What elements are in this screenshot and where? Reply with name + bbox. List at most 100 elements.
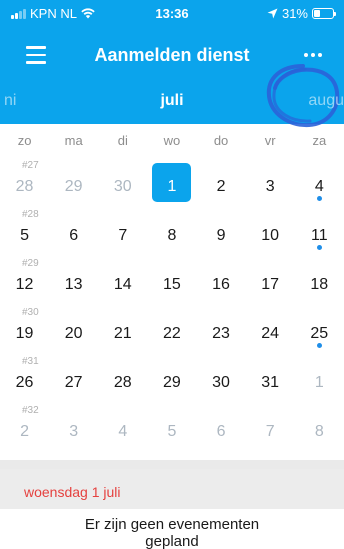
empty-message-line: gepland	[145, 533, 199, 549]
calendar-day[interactable]: 19	[0, 307, 49, 356]
calendar-day[interactable]: 4	[295, 160, 344, 209]
calendar-day[interactable]: 29	[147, 356, 196, 405]
title-bar: Aanmelden dienst	[0, 36, 344, 128]
status-bar: KPN NL 13:36 31%	[0, 0, 344, 24]
weekday-label: do	[213, 133, 229, 148]
day-number: 23	[212, 325, 230, 342]
day-number: 20	[64, 325, 83, 342]
selected-day-label: woensdag 1 juli	[24, 484, 121, 500]
app-header: KPN NL 13:36 31% Aanmelden dienst ni jul…	[0, 0, 344, 128]
day-number: 8	[167, 227, 177, 244]
day-number: 3	[69, 423, 79, 440]
calendar-day[interactable]: 5	[0, 209, 49, 258]
day-number: 3	[265, 178, 275, 195]
calendar-week-row: #28 5 6 7 8 9 10 11	[0, 209, 344, 258]
day-number: 9	[216, 227, 226, 244]
day-number: 5	[167, 423, 177, 440]
calendar-day[interactable]: 7	[98, 209, 147, 258]
battery-icon	[312, 8, 336, 19]
day-number: 16	[212, 276, 230, 293]
day-number: 2	[20, 423, 30, 440]
day-number: 6	[69, 227, 79, 244]
calendar-day[interactable]: 8	[295, 405, 344, 454]
calendar-day[interactable]: 5	[147, 405, 196, 454]
calendar-day[interactable]: 3	[246, 160, 295, 209]
calendar-week-row: #32 2 3 4 5 6 7 8	[0, 405, 344, 454]
event-dot-icon	[317, 196, 323, 201]
day-number: 22	[163, 325, 181, 342]
calendar-day[interactable]: 27	[49, 356, 98, 405]
day-number: 4	[314, 178, 324, 195]
battery-percent: 31%	[281, 6, 308, 21]
day-number: 15	[163, 276, 181, 293]
calendar-day[interactable]: 20	[49, 307, 98, 356]
calendar-day[interactable]: 4	[98, 405, 147, 454]
calendar-day[interactable]: 3	[49, 405, 98, 454]
more-dots-icon[interactable]	[300, 45, 326, 65]
calendar-day[interactable]: 29	[49, 160, 98, 209]
empty-state-message: Er zijn geen evenementen gepland	[0, 516, 344, 549]
calendar-day[interactable]: 8	[147, 209, 196, 258]
calendar-day[interactable]: 28	[0, 160, 49, 209]
calendar-day[interactable]: 25	[295, 307, 344, 356]
calendar-week-row: #27 28 29 30 1 2 3 4	[0, 160, 344, 209]
calendar-day[interactable]: 10	[246, 209, 295, 258]
calendar-day[interactable]: 16	[197, 258, 246, 307]
day-number: 17	[261, 276, 280, 293]
day-number: 1	[167, 178, 177, 195]
calendar-day[interactable]: 12	[0, 258, 49, 307]
day-number: 18	[310, 276, 329, 293]
day-number: 1	[314, 374, 324, 391]
calendar-day[interactable]: 18	[295, 258, 344, 307]
calendar-day[interactable]: 13	[49, 258, 98, 307]
calendar-day[interactable]: 30	[197, 356, 246, 405]
calendar-day[interactable]: 30	[98, 160, 147, 209]
day-number: 27	[64, 374, 83, 391]
calendar-week-row: #31 26 27 28 29 30 31 1	[0, 356, 344, 405]
day-number: 14	[113, 276, 132, 293]
calendar-day-selected[interactable]: 1	[147, 160, 196, 209]
calendar-day[interactable]: 11	[295, 209, 344, 258]
calendar-day[interactable]: 15	[147, 258, 196, 307]
calendar-grid: #27 28 29 30 1 2 3 4 #28 5 6 7 8 9 10 11 #29 12 13 14 15 16 17…	[0, 160, 344, 454]
calendar-day[interactable]: 23	[197, 307, 246, 356]
day-number: 13	[64, 276, 83, 293]
day-number: 25	[310, 325, 329, 342]
calendar-day[interactable]: 7	[246, 405, 295, 454]
calendar-day[interactable]: 31	[246, 356, 295, 405]
calendar-day[interactable]: 6	[49, 209, 98, 258]
event-dot-icon	[317, 343, 323, 348]
day-number: 2	[216, 178, 226, 195]
calendar-day[interactable]: 6	[197, 405, 246, 454]
empty-message-line: Er zijn geen evenementen	[84, 516, 260, 533]
calendar-day[interactable]: 22	[147, 307, 196, 356]
weekday-label: zo	[17, 133, 32, 148]
calendar-day[interactable]: 17	[246, 258, 295, 307]
calendar-day[interactable]: 26	[0, 356, 49, 405]
calendar-day[interactable]: 28	[98, 356, 147, 405]
day-number: 19	[15, 325, 34, 342]
month-navigator: ni juli augu	[0, 90, 344, 114]
location-arrow-icon	[267, 8, 278, 19]
status-right: 31%	[267, 6, 336, 21]
current-month: juli	[160, 92, 184, 109]
event-dot-icon	[317, 245, 323, 250]
calendar-day[interactable]: 2	[0, 405, 49, 454]
day-number: 29	[163, 374, 181, 391]
day-number: 4	[118, 423, 128, 440]
day-number: 7	[118, 227, 128, 244]
day-number: 26	[15, 374, 34, 391]
calendar-day[interactable]: 9	[197, 209, 246, 258]
calendar-day[interactable]: 21	[98, 307, 147, 356]
next-month[interactable]: augu	[308, 92, 344, 110]
calendar-day[interactable]: 2	[197, 160, 246, 209]
calendar-day[interactable]: 1	[295, 356, 344, 405]
day-number: 12	[15, 276, 34, 293]
weekday-label: di	[117, 133, 128, 148]
day-number: 7	[265, 423, 275, 440]
calendar-week-row: #30 19 20 21 22 23 24 25	[0, 307, 344, 356]
calendar-day[interactable]: 24	[246, 307, 295, 356]
calendar-week-row: #29 12 13 14 15 16 17 18	[0, 258, 344, 307]
selected-day-header: woensdag 1 juli	[0, 469, 344, 509]
calendar-day[interactable]: 14	[98, 258, 147, 307]
